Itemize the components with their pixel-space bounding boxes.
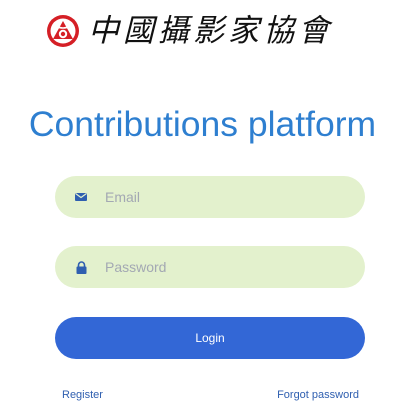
password-field-container[interactable] — [55, 246, 365, 288]
lock-icon — [75, 260, 87, 274]
login-page: 中國攝影家協會 Contributions platform Login Reg… — [0, 0, 405, 402]
email-field-container[interactable] — [55, 176, 365, 218]
envelope-icon — [75, 190, 87, 204]
register-link[interactable]: Register — [62, 388, 103, 402]
login-button[interactable]: Login — [55, 317, 365, 359]
password-input[interactable] — [105, 259, 345, 275]
association-logo: 中國攝影家協會 — [46, 14, 333, 48]
email-input[interactable] — [105, 189, 345, 205]
logo-calligraphy: 中國攝影家協會 — [88, 13, 333, 49]
emblem-icon — [47, 15, 79, 47]
page-title: Contributions platform — [28, 104, 377, 144]
forgot-password-link[interactable]: Forgot password — [277, 388, 359, 402]
